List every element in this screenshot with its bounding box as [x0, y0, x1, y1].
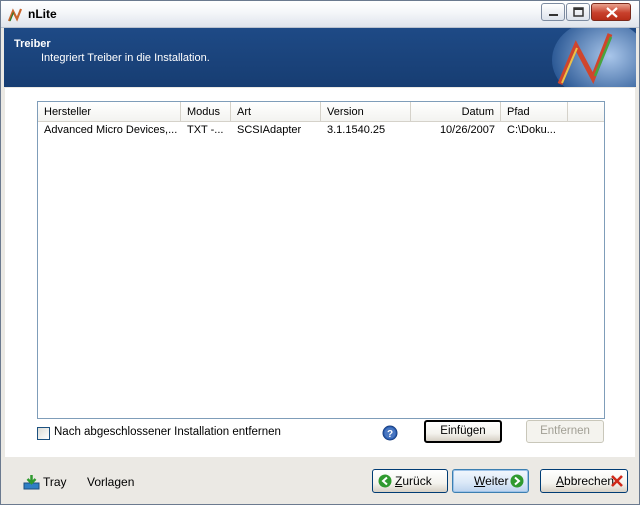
remove-after-install-label[interactable]: Nach abgeschlossener Installation entfer… — [54, 426, 281, 438]
back-label: Zurück — [395, 474, 432, 488]
cell-datum: 10/26/2007 — [439, 124, 495, 136]
insert-button[interactable]: Einfügen — [424, 420, 502, 443]
maximize-button[interactable] — [566, 3, 590, 21]
nlite-logo — [552, 28, 636, 87]
content-panel: Hersteller Modus Art Version Datum Pfad … — [5, 88, 635, 457]
column-header-hersteller[interactable]: Hersteller — [38, 102, 181, 122]
cancel-x-icon — [611, 475, 623, 487]
maximize-icon — [573, 7, 584, 17]
column-header-art[interactable]: Art — [231, 102, 321, 122]
cell-hersteller: Advanced Micro Devices,... — [44, 124, 178, 136]
column-header-modus[interactable]: Modus — [181, 102, 231, 122]
cell-version: 3.1.1540.25 — [327, 124, 386, 136]
help-icon[interactable]: ? — [382, 425, 398, 441]
next-label: Weiter — [474, 474, 509, 488]
close-button[interactable] — [591, 3, 631, 21]
tray-link[interactable]: Tray — [23, 474, 83, 490]
next-button[interactable]: Weiter — [452, 469, 529, 493]
back-button[interactable]: Zurück — [372, 469, 448, 493]
title-bar[interactable]: nLite — [1, 1, 639, 28]
cell-pfad: C:\Doku... — [507, 124, 556, 136]
templates-link[interactable]: Vorlagen — [87, 474, 147, 490]
cell-modus: TXT -... — [187, 124, 224, 136]
remove-after-install-checkbox[interactable] — [37, 427, 50, 440]
list-header: Hersteller Modus Art Version Datum Pfad — [38, 102, 604, 122]
remove-button[interactable]: Entfernen — [526, 420, 604, 443]
footer-bar: Tray Vorlagen Zurück Weiter Abbrechen — [5, 458, 635, 503]
cancel-button[interactable]: Abbrechen — [540, 469, 628, 493]
table-row[interactable]: Advanced Micro Devices,... TXT -... SCSI… — [38, 122, 604, 139]
back-arrow-icon — [378, 474, 392, 488]
cell-art: SCSIAdapter — [237, 124, 302, 136]
next-arrow-icon — [510, 474, 524, 488]
column-header-datum[interactable]: Datum — [411, 102, 501, 122]
window-title: nLite — [28, 7, 57, 21]
page-title: Treiber — [14, 38, 51, 50]
header-banner: Treiber Integriert Treiber in die Instal… — [4, 28, 636, 87]
cancel-label: Abbrechen — [556, 474, 615, 488]
column-header-version[interactable]: Version — [321, 102, 411, 122]
column-header-pfad[interactable]: Pfad — [501, 102, 568, 122]
minimize-button[interactable] — [541, 3, 565, 21]
tray-label: Tray — [43, 475, 67, 489]
close-icon — [606, 7, 618, 18]
drivers-list[interactable]: Hersteller Modus Art Version Datum Pfad … — [37, 101, 605, 419]
nlite-window: nLite Treiber Integriert Treiber in die … — [0, 0, 640, 505]
minimize-icon — [549, 14, 558, 16]
tray-icon — [23, 475, 40, 490]
page-subtitle: Integriert Treiber in die Installation. — [41, 52, 210, 64]
nlite-app-icon — [7, 8, 23, 22]
svg-text:?: ? — [387, 429, 393, 440]
